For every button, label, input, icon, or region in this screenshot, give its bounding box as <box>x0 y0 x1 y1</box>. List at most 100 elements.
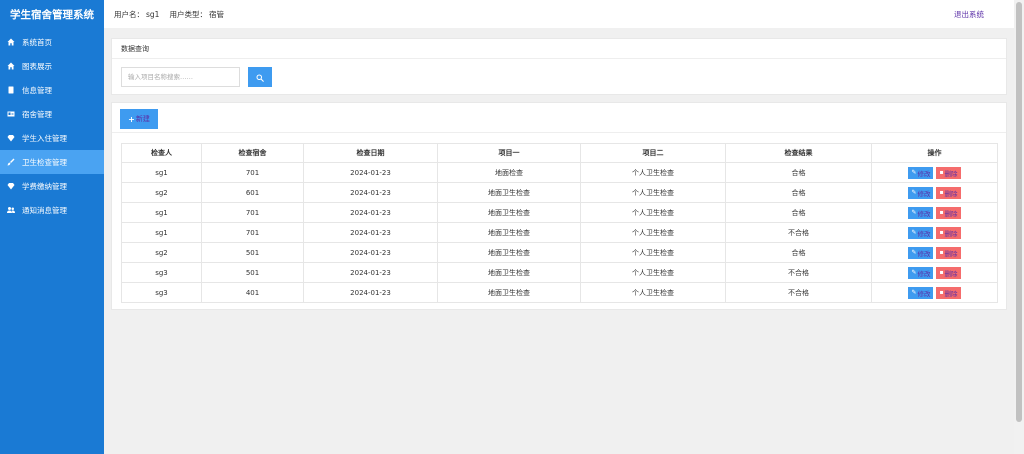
table-cell: 地面卫生检查 <box>437 282 581 303</box>
table-cell: sg1 <box>121 162 202 183</box>
edit-label: 修改 <box>917 169 931 178</box>
table-cell: sg2 <box>121 182 202 203</box>
sidebar-item-4[interactable]: 学生入住管理 <box>0 126 104 150</box>
delete-label: 删除 <box>944 209 958 218</box>
edit-label: 修改 <box>917 269 931 278</box>
sidebar-item-6[interactable]: 学费缴纳管理 <box>0 174 104 198</box>
table-cell: 个人卫生检查 <box>580 282 726 303</box>
table-cell: 地面卫生检查 <box>437 202 581 223</box>
app-title: 学生宿舍管理系统 <box>0 0 104 28</box>
table-cell: 不合格 <box>725 222 872 243</box>
actions-cell: ✎ 修改 ▪ 删除 <box>871 202 998 223</box>
usertype-value: 宿管 <box>208 9 224 19</box>
table-row: sg1 701 2024-01-23 地面检查 个人卫生检查 合格 ✎ 修改 ▪ 删除 <box>121 162 998 183</box>
page-scrollbar[interactable] <box>1014 0 1024 454</box>
actions-cell: ✎ 修改 ▪ 删除 <box>871 282 998 303</box>
table-cell: 2024-01-23 <box>303 262 438 283</box>
sidebar-item-label: 信息管理 <box>22 85 52 95</box>
delete-button[interactable]: ▪ 删除 <box>936 226 961 239</box>
table-header-row: 检查人 检查宿舍 检查日期 项目一 项目二 检查结果 操作 <box>121 143 998 163</box>
username-label: 用户名： <box>114 9 144 19</box>
sidebar-item-3[interactable]: 宿舍管理 <box>0 102 104 126</box>
trash-icon: ▪ <box>939 189 944 196</box>
sidebar-item-label: 宿舍管理 <box>22 109 52 119</box>
edit-label: 修改 <box>917 249 931 258</box>
table-cell: 个人卫生检查 <box>580 162 726 183</box>
delete-button[interactable]: ▪ 删除 <box>936 266 961 279</box>
top-header: 用户名： sg1 用户类型： 宿管 退出系统 <box>104 0 1014 28</box>
column-header: 检查日期 <box>303 143 438 163</box>
edit-button[interactable]: ✎ 修改 <box>908 266 934 279</box>
home-icon <box>6 37 16 47</box>
plus-icon: + <box>128 114 135 124</box>
sidebar-item-7[interactable]: 通知消息管理 <box>0 198 104 222</box>
main-content: 数据查询 + 新建 检查人检查宿舍检查日期项目一项目二检查结果操作 sg1701… <box>104 28 1014 454</box>
edit-button[interactable]: ✎ 修改 <box>908 286 934 299</box>
diamond-icon <box>6 133 16 143</box>
table-cell: 2024-01-23 <box>303 222 438 243</box>
edit-button[interactable]: ✎ 修改 <box>908 206 934 219</box>
toolbar: + 新建 <box>112 103 1006 133</box>
table-cell: 合格 <box>725 162 872 183</box>
scrollbar-thumb[interactable] <box>1016 2 1022 422</box>
new-button-label: 新建 <box>135 115 150 123</box>
actions-cell: ✎ 修改 ▪ 删除 <box>871 242 998 263</box>
column-header: 检查宿舍 <box>201 143 304 163</box>
table-cell: 合格 <box>725 242 872 263</box>
edit-label: 修改 <box>917 229 931 238</box>
trash-icon: ▪ <box>939 209 944 216</box>
book-icon <box>6 85 16 95</box>
sidebar-item-label: 系统首页 <box>22 37 52 47</box>
table-cell: 地面卫生检查 <box>437 182 581 203</box>
edit-button[interactable]: ✎ 修改 <box>908 226 934 239</box>
edit-button[interactable]: ✎ 修改 <box>908 166 934 179</box>
users-icon <box>6 205 16 215</box>
edit-button[interactable]: ✎ 修改 <box>908 186 934 199</box>
sidebar-item-1[interactable]: 图表展示 <box>0 54 104 78</box>
trash-icon: ▪ <box>939 229 944 236</box>
edit-icon: ✎ <box>911 269 917 276</box>
brush-icon <box>6 157 16 167</box>
actions-cell: ✎ 修改 ▪ 删除 <box>871 162 998 183</box>
edit-icon: ✎ <box>911 169 917 176</box>
edit-button[interactable]: ✎ 修改 <box>908 246 934 259</box>
sidebar-item-0[interactable]: 系统首页 <box>0 30 104 54</box>
delete-button[interactable]: ▪ 删除 <box>936 166 961 179</box>
sidebar-item-2[interactable]: 信息管理 <box>0 78 104 102</box>
table-cell: 不合格 <box>725 262 872 283</box>
id-card-icon <box>6 109 16 119</box>
column-header: 项目一 <box>437 143 581 163</box>
sidebar-item-label: 学费缴纳管理 <box>22 181 67 191</box>
sidebar-item-label: 卫生检查管理 <box>22 157 67 167</box>
edit-icon: ✎ <box>911 209 917 216</box>
table-row: sg3 501 2024-01-23 地面卫生检查 个人卫生检查 不合格 ✎ 修改 ▪ 删除 <box>121 262 998 283</box>
table-cell: 2024-01-23 <box>303 202 438 223</box>
delete-button[interactable]: ▪ 删除 <box>936 206 961 219</box>
data-panel: + 新建 检查人 检查宿舍 检查日期 项目一 项目二 检查结果 操作 sg1 701 2024-… <box>111 102 1007 310</box>
new-button[interactable]: + 新建 <box>120 109 158 129</box>
edit-icon: ✎ <box>911 289 917 296</box>
delete-button[interactable]: ▪ 删除 <box>936 246 961 259</box>
table-cell: 个人卫生检查 <box>580 182 726 203</box>
table-cell: 个人卫生检查 <box>580 262 726 283</box>
table-cell: 2024-01-23 <box>303 282 438 303</box>
delete-label: 删除 <box>944 269 958 278</box>
table-cell: 401 <box>201 282 304 303</box>
table-body: sg1 701 2024-01-23 地面检查 个人卫生检查 合格 ✎ 修改 ▪ 删除 sg2 601… <box>121 162 998 303</box>
trash-icon: ▪ <box>939 169 944 176</box>
trash-icon: ▪ <box>939 289 944 296</box>
delete-button[interactable]: ▪ 删除 <box>936 186 961 199</box>
sidebar-item-5[interactable]: 卫生检查管理 <box>0 150 104 174</box>
search-button[interactable] <box>248 67 272 87</box>
table-cell: 地面检查 <box>437 162 581 183</box>
search-icon <box>256 70 264 85</box>
usertype-label: 用户类型： <box>169 9 207 19</box>
sidebar-menu: 系统首页图表展示信息管理宿舍管理学生入住管理卫生检查管理 学费缴纳管理通知消息管理 <box>0 30 104 222</box>
logout-link[interactable]: 退出系统 <box>954 9 984 20</box>
table-cell: 2024-01-23 <box>303 162 438 183</box>
table-cell: 501 <box>201 262 304 283</box>
table-cell: 2024-01-23 <box>303 182 438 203</box>
search-input[interactable] <box>121 67 240 87</box>
table-row: sg3 401 2024-01-23 地面卫生检查 个人卫生检查 不合格 ✎ 修改 ▪ 删除 <box>121 282 998 303</box>
delete-button[interactable]: ▪ 删除 <box>936 286 961 299</box>
